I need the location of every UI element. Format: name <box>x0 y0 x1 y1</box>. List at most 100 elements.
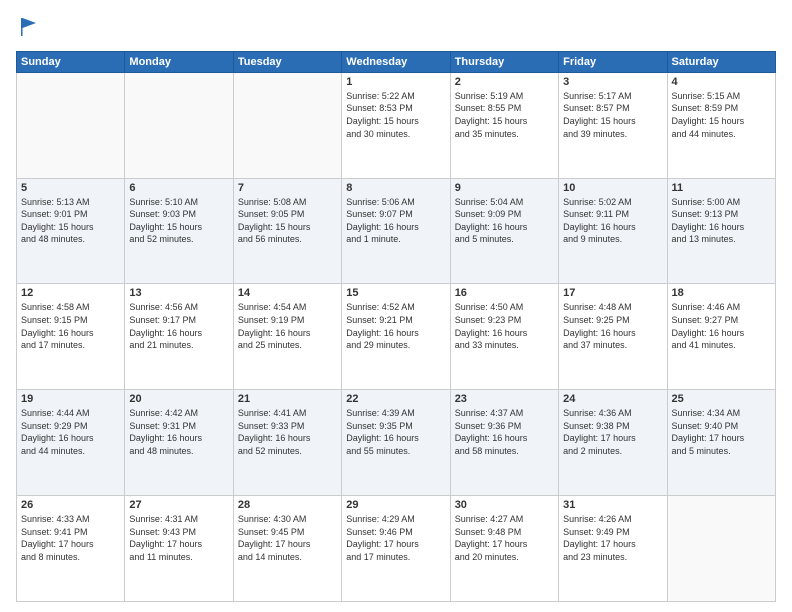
day-info: Sunrise: 5:00 AM Sunset: 9:13 PM Dayligh… <box>672 196 771 246</box>
calendar-day-cell: 7 Sunrise: 5:08 AM Sunset: 9:05 PM Daylig… <box>233 178 341 284</box>
calendar-day-cell: 20 Sunrise: 4:42 AM Sunset: 9:31 PM Dayli… <box>125 390 233 496</box>
day-info: Sunrise: 4:36 AM Sunset: 9:38 PM Dayligh… <box>563 407 662 457</box>
day-info: Sunrise: 4:37 AM Sunset: 9:36 PM Dayligh… <box>455 407 554 457</box>
page: SundayMondayTuesdayWednesdayThursdayFrid… <box>0 0 792 612</box>
day-number: 31 <box>563 499 662 511</box>
calendar-day-cell: 2 Sunrise: 5:19 AM Sunset: 8:55 PM Daylig… <box>450 72 558 178</box>
day-number: 28 <box>238 499 337 511</box>
calendar-day-cell: 8Sunrise: 5:06 AM Sunset: 9:07 PM Daylig… <box>342 178 450 284</box>
day-info: Sunrise: 4:41 AM Sunset: 9:33 PM Dayligh… <box>238 407 337 457</box>
calendar-day-cell: 13 Sunrise: 4:56 AM Sunset: 9:17 PM Dayli… <box>125 284 233 390</box>
calendar-day-cell: 12 Sunrise: 4:58 AM Sunset: 9:15 PM Dayli… <box>17 284 125 390</box>
calendar-body: 1Sunrise: 5:22 AM Sunset: 8:53 PM Daylig… <box>17 72 776 601</box>
day-info: Sunrise: 4:39 AM Sunset: 9:35 PM Dayligh… <box>346 407 445 457</box>
day-number: 15 <box>346 287 445 299</box>
day-info: Sunrise: 5:10 AM Sunset: 9:03 PM Dayligh… <box>129 196 228 246</box>
calendar-day-cell: 14 Sunrise: 4:54 AM Sunset: 9:19 PM Dayli… <box>233 284 341 390</box>
day-number: 9 <box>455 182 554 194</box>
calendar-day-cell <box>17 72 125 178</box>
day-number: 19 <box>21 393 120 405</box>
weekday-header-cell: Tuesday <box>233 51 341 72</box>
weekday-header-cell: Saturday <box>667 51 775 72</box>
day-info: Sunrise: 4:56 AM Sunset: 9:17 PM Dayligh… <box>129 301 228 351</box>
day-number: 6 <box>129 182 228 194</box>
calendar-day-cell: 21 Sunrise: 4:41 AM Sunset: 9:33 PM Dayli… <box>233 390 341 496</box>
day-info: Sunrise: 4:50 AM Sunset: 9:23 PM Dayligh… <box>455 301 554 351</box>
calendar-day-cell: 17 Sunrise: 4:48 AM Sunset: 9:25 PM Dayli… <box>559 284 667 390</box>
day-info: Sunrise: 4:46 AM Sunset: 9:27 PM Dayligh… <box>672 301 771 351</box>
header <box>16 12 776 43</box>
day-number: 13 <box>129 287 228 299</box>
day-info: Sunrise: 4:58 AM Sunset: 9:15 PM Dayligh… <box>21 301 120 351</box>
calendar-day-cell: 28Sunrise: 4:30 AM Sunset: 9:45 PM Dayli… <box>233 496 341 602</box>
calendar-day-cell: 25 Sunrise: 4:34 AM Sunset: 9:40 PM Dayli… <box>667 390 775 496</box>
day-number: 3 <box>563 76 662 88</box>
calendar-day-cell: 30 Sunrise: 4:27 AM Sunset: 9:48 PM Dayli… <box>450 496 558 602</box>
calendar-day-cell: 15Sunrise: 4:52 AM Sunset: 9:21 PM Dayli… <box>342 284 450 390</box>
calendar-day-cell: 9 Sunrise: 5:04 AM Sunset: 9:09 PM Daylig… <box>450 178 558 284</box>
day-info: Sunrise: 4:48 AM Sunset: 9:25 PM Dayligh… <box>563 301 662 351</box>
day-number: 10 <box>563 182 662 194</box>
day-number: 12 <box>21 287 120 299</box>
day-number: 4 <box>672 76 771 88</box>
calendar-day-cell: 1Sunrise: 5:22 AM Sunset: 8:53 PM Daylig… <box>342 72 450 178</box>
calendar-day-cell: 29Sunrise: 4:29 AM Sunset: 9:46 PM Dayli… <box>342 496 450 602</box>
weekday-header-cell: Monday <box>125 51 233 72</box>
day-info: Sunrise: 5:13 AM Sunset: 9:01 PM Dayligh… <box>21 196 120 246</box>
day-info: Sunrise: 5:04 AM Sunset: 9:09 PM Dayligh… <box>455 196 554 246</box>
day-number: 30 <box>455 499 554 511</box>
day-info: Sunrise: 4:31 AM Sunset: 9:43 PM Dayligh… <box>129 513 228 563</box>
calendar-day-cell: 4 Sunrise: 5:15 AM Sunset: 8:59 PM Daylig… <box>667 72 775 178</box>
weekday-header-cell: Thursday <box>450 51 558 72</box>
calendar-day-cell: 22Sunrise: 4:39 AM Sunset: 9:35 PM Dayli… <box>342 390 450 496</box>
calendar-day-cell <box>667 496 775 602</box>
day-info: Sunrise: 5:06 AM Sunset: 9:07 PM Dayligh… <box>346 196 445 246</box>
day-info: Sunrise: 4:54 AM Sunset: 9:19 PM Dayligh… <box>238 301 337 351</box>
day-number: 18 <box>672 287 771 299</box>
calendar-day-cell: 18 Sunrise: 4:46 AM Sunset: 9:27 PM Dayli… <box>667 284 775 390</box>
day-info: Sunrise: 4:33 AM Sunset: 9:41 PM Dayligh… <box>21 513 120 563</box>
calendar-day-cell: 23 Sunrise: 4:37 AM Sunset: 9:36 PM Dayli… <box>450 390 558 496</box>
day-number: 2 <box>455 76 554 88</box>
day-info: Sunrise: 5:08 AM Sunset: 9:05 PM Dayligh… <box>238 196 337 246</box>
day-number: 27 <box>129 499 228 511</box>
calendar-day-cell: 24Sunrise: 4:36 AM Sunset: 9:38 PM Dayli… <box>559 390 667 496</box>
weekday-header-cell: Sunday <box>17 51 125 72</box>
day-number: 11 <box>672 182 771 194</box>
day-number: 16 <box>455 287 554 299</box>
day-info: Sunrise: 5:19 AM Sunset: 8:55 PM Dayligh… <box>455 90 554 140</box>
day-number: 14 <box>238 287 337 299</box>
day-number: 26 <box>21 499 120 511</box>
day-number: 23 <box>455 393 554 405</box>
weekday-header-row: SundayMondayTuesdayWednesdayThursdayFrid… <box>17 51 776 72</box>
day-info: Sunrise: 5:17 AM Sunset: 8:57 PM Dayligh… <box>563 90 662 140</box>
calendar-day-cell <box>233 72 341 178</box>
day-info: Sunrise: 5:15 AM Sunset: 8:59 PM Dayligh… <box>672 90 771 140</box>
calendar-day-cell: 5 Sunrise: 5:13 AM Sunset: 9:01 PM Daylig… <box>17 178 125 284</box>
day-info: Sunrise: 5:02 AM Sunset: 9:11 PM Dayligh… <box>563 196 662 246</box>
day-number: 20 <box>129 393 228 405</box>
day-number: 29 <box>346 499 445 511</box>
day-number: 5 <box>21 182 120 194</box>
day-info: Sunrise: 4:34 AM Sunset: 9:40 PM Dayligh… <box>672 407 771 457</box>
logo-flag-icon <box>18 16 40 38</box>
calendar-week-row: 12 Sunrise: 4:58 AM Sunset: 9:15 PM Dayli… <box>17 284 776 390</box>
logo <box>16 16 40 43</box>
calendar-day-cell: 26 Sunrise: 4:33 AM Sunset: 9:41 PM Dayli… <box>17 496 125 602</box>
calendar-week-row: 1Sunrise: 5:22 AM Sunset: 8:53 PM Daylig… <box>17 72 776 178</box>
calendar-day-cell: 31 Sunrise: 4:26 AM Sunset: 9:49 PM Dayli… <box>559 496 667 602</box>
day-number: 25 <box>672 393 771 405</box>
day-info: Sunrise: 4:26 AM Sunset: 9:49 PM Dayligh… <box>563 513 662 563</box>
day-info: Sunrise: 4:42 AM Sunset: 9:31 PM Dayligh… <box>129 407 228 457</box>
day-number: 17 <box>563 287 662 299</box>
calendar-week-row: 26 Sunrise: 4:33 AM Sunset: 9:41 PM Dayli… <box>17 496 776 602</box>
weekday-header-cell: Wednesday <box>342 51 450 72</box>
calendar-day-cell: 27 Sunrise: 4:31 AM Sunset: 9:43 PM Dayli… <box>125 496 233 602</box>
day-info: Sunrise: 4:27 AM Sunset: 9:48 PM Dayligh… <box>455 513 554 563</box>
weekday-header-cell: Friday <box>559 51 667 72</box>
calendar-week-row: 5 Sunrise: 5:13 AM Sunset: 9:01 PM Daylig… <box>17 178 776 284</box>
day-number: 7 <box>238 182 337 194</box>
calendar-day-cell: 19Sunrise: 4:44 AM Sunset: 9:29 PM Dayli… <box>17 390 125 496</box>
day-number: 21 <box>238 393 337 405</box>
calendar-week-row: 19Sunrise: 4:44 AM Sunset: 9:29 PM Dayli… <box>17 390 776 496</box>
